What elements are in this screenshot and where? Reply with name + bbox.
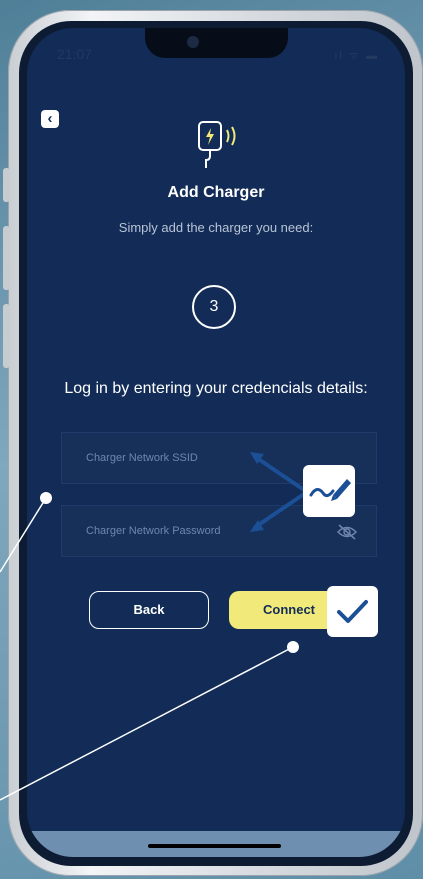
- check-badge: [327, 586, 378, 637]
- callout-dot-fields: [40, 492, 52, 504]
- checkmark-icon: [337, 600, 368, 623]
- callout-line-connect: [0, 646, 294, 801]
- callout-arrows: [250, 452, 306, 532]
- callout-dot-connect: [287, 641, 299, 653]
- edit-badge: [303, 465, 355, 517]
- callout-overlay: [0, 452, 306, 801]
- callout-line-fields: [0, 497, 47, 573]
- pen-icon: [309, 479, 351, 501]
